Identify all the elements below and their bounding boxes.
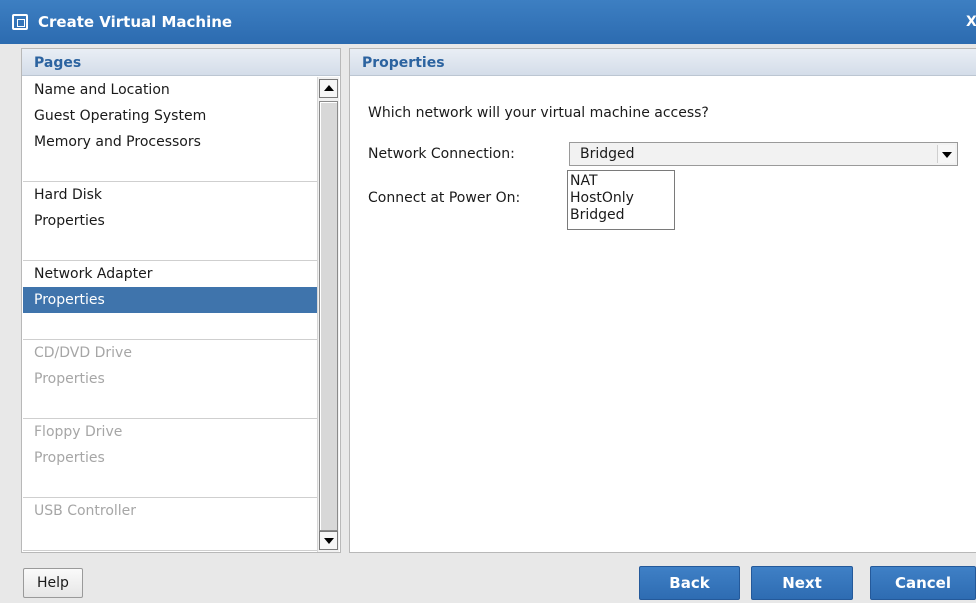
page-group-cd-dvd: CD/DVD Drive Properties xyxy=(23,340,317,419)
pages-header: Pages xyxy=(22,49,340,76)
option-nat[interactable]: NAT xyxy=(568,173,674,190)
page-item-floppy-properties: Properties xyxy=(34,450,105,466)
network-connection-label: Network Connection: xyxy=(368,146,515,162)
page-group-hard-disk: Hard Disk Properties xyxy=(23,182,317,261)
chevron-down-icon[interactable] xyxy=(937,145,955,163)
scroll-up-icon[interactable] xyxy=(319,79,338,98)
vm-icon xyxy=(12,14,28,30)
page-item-guest-os[interactable]: Guest Operating System xyxy=(23,103,317,129)
properties-header: Properties xyxy=(350,49,976,76)
help-button[interactable]: Help xyxy=(23,568,83,598)
properties-panel: Properties Which network will your virtu… xyxy=(349,48,976,553)
network-connection-value: Bridged xyxy=(580,146,635,162)
scroll-thumb[interactable] xyxy=(319,101,338,531)
page-group-usb: USB Controller xyxy=(23,498,317,551)
page-item-usb-controller: USB Controller xyxy=(34,503,137,519)
back-button[interactable]: Back xyxy=(639,566,740,600)
page-group-floppy: Floppy Drive Properties xyxy=(23,419,317,498)
network-question: Which network will your virtual machine … xyxy=(368,105,709,121)
network-connection-select[interactable]: Bridged xyxy=(569,142,958,166)
scroll-down-icon[interactable] xyxy=(319,531,338,550)
network-connection-dropdown: NAT HostOnly Bridged xyxy=(567,170,675,230)
page-item-cd-dvd-properties: Properties xyxy=(34,371,105,387)
pages-panel: Pages Name and Location Guest Operating … xyxy=(21,48,341,553)
page-item-hard-disk[interactable]: Hard Disk xyxy=(23,182,317,208)
cancel-button[interactable]: Cancel xyxy=(870,566,976,600)
option-hostonly[interactable]: HostOnly xyxy=(568,190,674,207)
close-icon[interactable]: X xyxy=(966,14,976,30)
page-group-general: Name and Location Guest Operating System… xyxy=(23,77,317,182)
connect-at-power-on-label: Connect at Power On: xyxy=(368,190,521,206)
page-list-scrollbar[interactable] xyxy=(317,77,339,552)
option-bridged[interactable]: Bridged xyxy=(568,207,674,224)
next-button[interactable]: Next xyxy=(751,566,853,600)
page-item-network-properties[interactable]: Properties xyxy=(23,287,317,313)
page-item-name-location[interactable]: Name and Location xyxy=(23,77,317,103)
page-item-cd-dvd-drive: CD/DVD Drive xyxy=(34,345,132,361)
page-item-network-adapter[interactable]: Network Adapter xyxy=(23,261,317,287)
page-list: Name and Location Guest Operating System… xyxy=(23,77,317,552)
page-item-memory-processors[interactable]: Memory and Processors xyxy=(23,129,317,155)
page-item-hard-disk-properties[interactable]: Properties xyxy=(23,208,317,234)
window-title: Create Virtual Machine xyxy=(38,13,233,31)
page-group-network: Network Adapter Properties xyxy=(23,261,317,340)
page-item-floppy-drive: Floppy Drive xyxy=(34,424,123,440)
title-bar: Create Virtual Machine X xyxy=(0,0,976,44)
